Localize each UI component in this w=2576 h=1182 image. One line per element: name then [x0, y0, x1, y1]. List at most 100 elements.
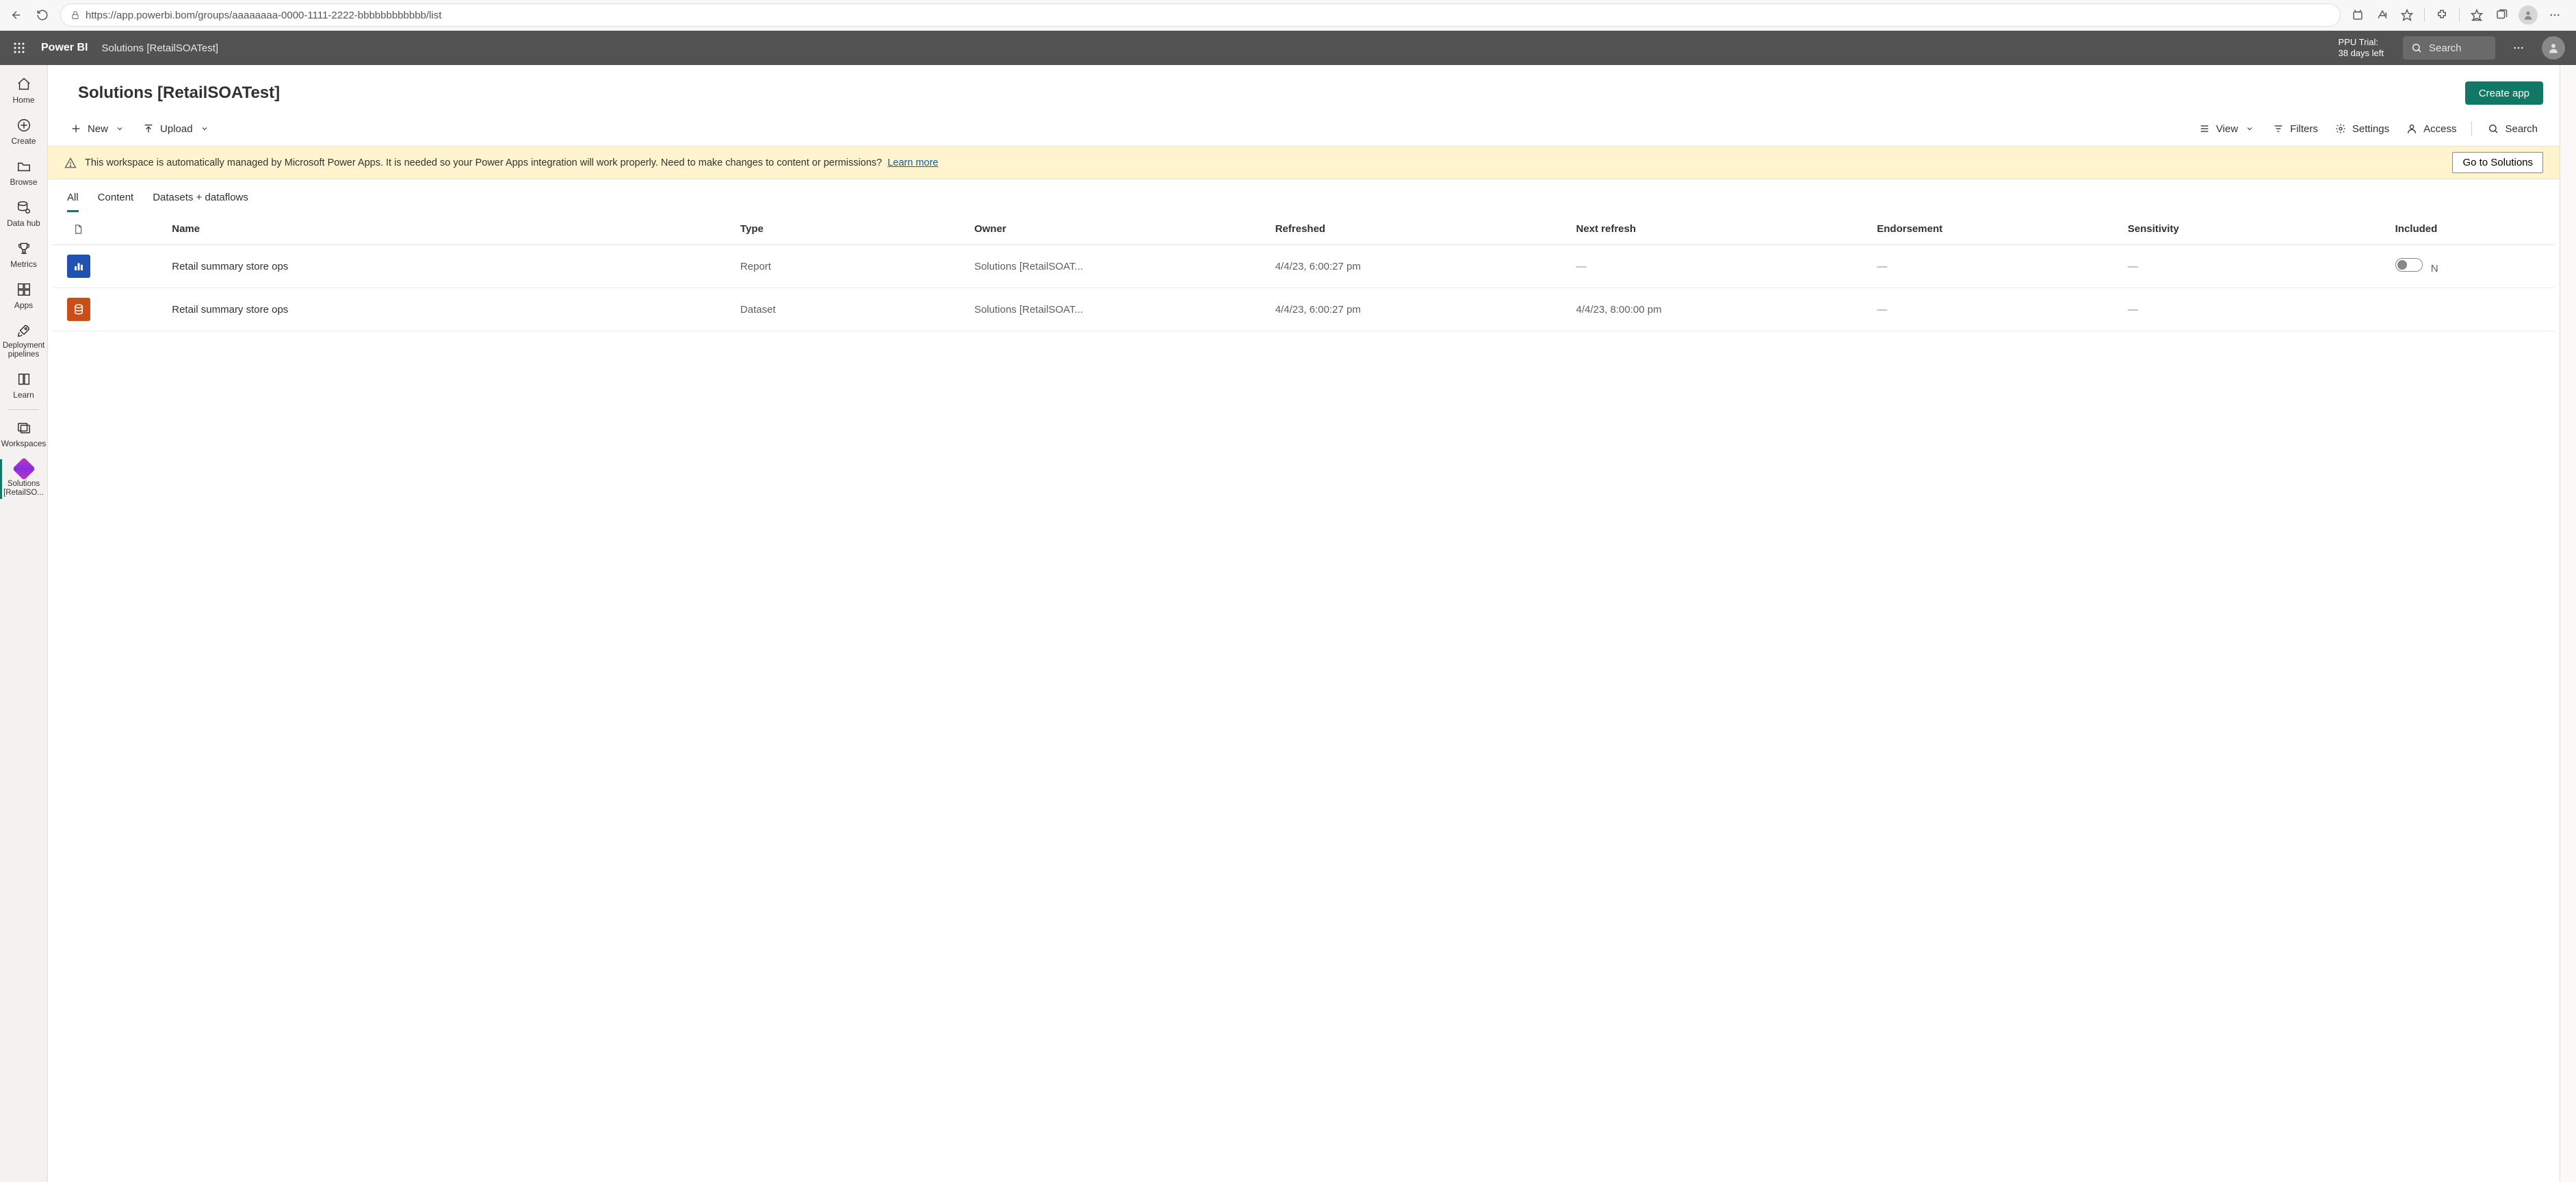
product-brand[interactable]: Power BI	[41, 42, 88, 54]
collections-icon[interactable]	[2494, 8, 2509, 23]
nav-metrics[interactable]: Metrics	[0, 235, 47, 274]
cell: —	[2120, 288, 2387, 331]
global-search-input[interactable]	[2428, 42, 2489, 55]
button-label: Filters	[2290, 123, 2318, 135]
plus-icon	[70, 123, 82, 135]
nav-home[interactable]: Home	[0, 70, 47, 110]
cell: 4/4/23, 6:00:27 pm	[1267, 245, 1568, 288]
nav-current-workspace[interactable]: Solutions [RetailSO...	[0, 455, 47, 502]
tab-content[interactable]: Content	[98, 192, 134, 212]
favorites-list-icon[interactable]	[2469, 8, 2484, 23]
view-button[interactable]: View	[2193, 118, 2261, 139]
browser-back-button[interactable]	[8, 7, 25, 23]
nav-label: Workspaces	[1, 439, 47, 448]
extensions-icon[interactable]	[2434, 8, 2449, 23]
rocket-icon	[16, 322, 32, 339]
nav-create[interactable]: Create	[0, 112, 47, 151]
folder-icon	[16, 158, 32, 175]
nav-deployment-pipelines[interactable]: Deployment pipelines	[0, 317, 47, 364]
chevron-down-icon	[198, 123, 211, 135]
nav-label: Apps	[14, 300, 33, 310]
settings-button[interactable]: Settings	[2329, 118, 2395, 139]
global-search[interactable]	[2403, 36, 2495, 60]
browser-profile-avatar[interactable]	[2519, 5, 2538, 25]
cell: —	[2120, 245, 2387, 288]
col-owner[interactable]: Owner	[966, 212, 1267, 245]
create-app-button[interactable]: Create app	[2465, 81, 2543, 105]
breadcrumb[interactable]: Solutions [RetailSOATest]	[101, 42, 218, 54]
person-icon	[2406, 123, 2418, 135]
search-icon	[2411, 42, 2422, 53]
go-to-solutions-button[interactable]: Go to Solutions	[2452, 152, 2543, 173]
button-label: Upload	[160, 123, 193, 135]
learn-more-link[interactable]: Learn more	[887, 157, 938, 168]
read-aloud-icon[interactable]	[2375, 8, 2390, 23]
favorite-star-icon[interactable]	[2399, 8, 2415, 23]
workspace-search-button[interactable]: Search	[2482, 118, 2543, 139]
user-avatar[interactable]	[2542, 36, 2565, 60]
cell: Dataset	[732, 288, 966, 331]
nav-workspaces[interactable]: Workspaces	[0, 414, 47, 454]
col-included[interactable]: Included	[2387, 212, 2554, 245]
col-endorsement[interactable]: Endorsement	[1869, 212, 2119, 245]
browser-address-input[interactable]: https://app.powerbi.bom/groups/aaaaaaaa-…	[60, 3, 2341, 27]
report-icon	[67, 255, 90, 278]
cell: —	[1567, 245, 1869, 288]
new-button[interactable]: New	[64, 118, 131, 139]
table-body: Retail summary store opsReportSolutions …	[53, 245, 2554, 331]
separator	[2424, 8, 2425, 22]
button-label: Search	[2505, 123, 2538, 135]
shopping-icon[interactable]	[2350, 8, 2365, 23]
included-toggle[interactable]	[2395, 258, 2423, 272]
browser-more-icon[interactable]	[2547, 8, 2562, 23]
nav-label: Create	[11, 136, 36, 146]
access-button[interactable]: Access	[2400, 118, 2462, 139]
col-sensitivity[interactable]: Sensitivity	[2120, 212, 2387, 245]
browser-refresh-button[interactable]	[34, 7, 51, 23]
button-label: View	[2216, 123, 2238, 135]
url-text: https://app.powerbi.bom/groups/aaaaaaaa-…	[86, 10, 441, 21]
button-label: Access	[2423, 123, 2456, 135]
dataset-icon	[67, 298, 90, 321]
col-name[interactable]: Name	[164, 212, 732, 245]
banner-text: This workspace is automatically managed …	[85, 157, 938, 168]
book-icon	[16, 371, 32, 387]
table-row[interactable]: Retail summary store opsDatasetSolutions…	[53, 288, 2554, 331]
content-tabs: All Content Datasets + dataflows	[48, 179, 2560, 212]
filters-button[interactable]: Filters	[2267, 118, 2324, 139]
cell: Solutions [RetailSOAT...	[966, 245, 1267, 288]
separator	[2471, 121, 2472, 136]
col-type[interactable]: Type	[732, 212, 966, 245]
button-label: Settings	[2352, 123, 2389, 135]
chevron-down-icon	[114, 123, 126, 135]
app-launcher-icon[interactable]	[11, 40, 27, 56]
chevron-down-icon	[2243, 123, 2256, 135]
workspaces-icon	[16, 420, 32, 436]
col-next-refresh[interactable]: Next refresh	[1567, 212, 1869, 245]
main-content: Solutions [RetailSOATest] Create app New…	[48, 65, 2560, 1182]
content-table: Name Type Owner Refreshed Next refresh E…	[53, 212, 2554, 331]
lock-icon	[70, 10, 80, 20]
cell: —	[1869, 245, 2119, 288]
tab-all[interactable]: All	[67, 192, 79, 212]
nav-browse[interactable]: Browse	[0, 153, 47, 192]
data-hub-icon	[16, 199, 32, 216]
upload-button[interactable]: Upload	[137, 118, 216, 139]
nav-data-hub[interactable]: Data hub	[0, 194, 47, 233]
list-icon	[2198, 123, 2211, 135]
cell: Retail summary store ops	[164, 245, 732, 288]
nav-apps[interactable]: Apps	[0, 276, 47, 316]
search-icon	[2487, 123, 2499, 135]
tab-datasets-dataflows[interactable]: Datasets + dataflows	[153, 192, 248, 212]
cell: Solutions [RetailSOAT...	[966, 288, 1267, 331]
nav-learn[interactable]: Learn	[0, 365, 47, 405]
workspace-diamond-icon	[16, 461, 32, 477]
nav-label: Metrics	[10, 259, 37, 269]
upload-icon	[142, 123, 155, 135]
col-refreshed[interactable]: Refreshed	[1267, 212, 1568, 245]
browser-address-bar: https://app.powerbi.bom/groups/aaaaaaaa-…	[0, 0, 2576, 31]
table-row[interactable]: Retail summary store opsReportSolutions …	[53, 245, 2554, 288]
gear-icon	[2334, 123, 2347, 135]
top-more-icon[interactable]	[2509, 38, 2528, 57]
nav-label: Learn	[13, 390, 34, 400]
